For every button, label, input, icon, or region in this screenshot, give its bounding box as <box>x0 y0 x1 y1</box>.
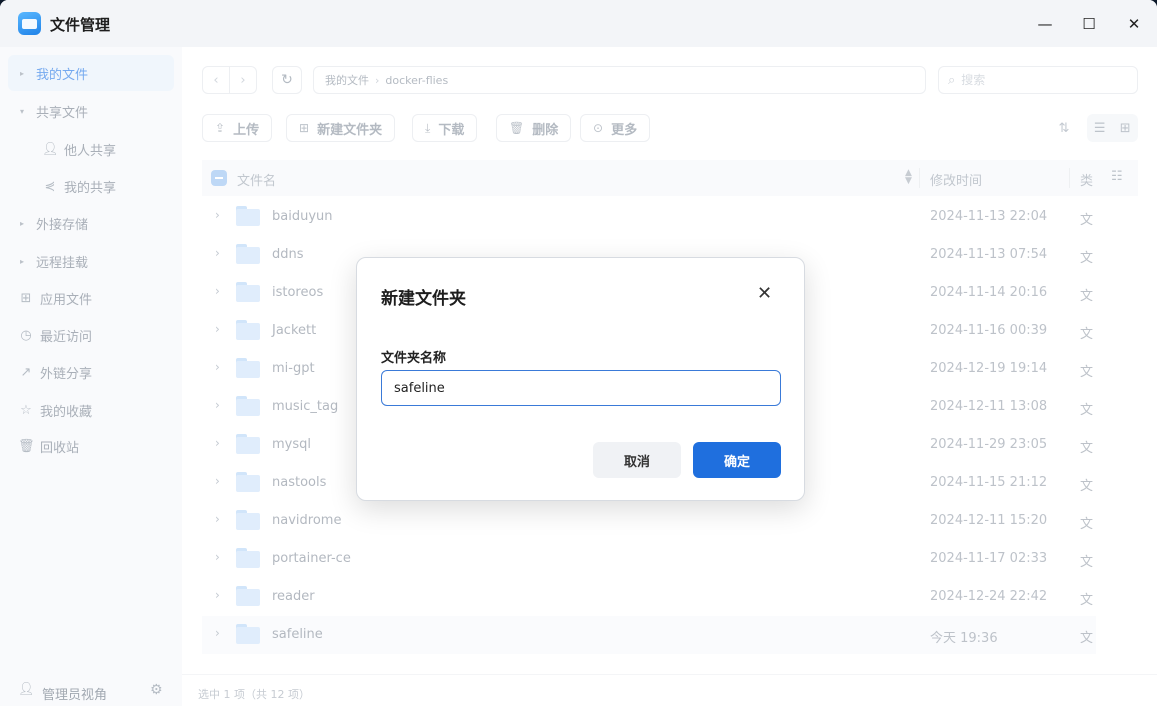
minimize-icon: — <box>1037 15 1053 33</box>
close-window-button[interactable]: ✕ <box>1122 12 1146 36</box>
dialog-close-button[interactable]: ✕ <box>757 284 772 304</box>
minimize-button[interactable]: — <box>1033 12 1057 36</box>
folder-name-input[interactable] <box>381 370 781 406</box>
app-title: 文件管理 <box>50 16 111 34</box>
folder-name-label: 文件夹名称 <box>381 351 447 366</box>
cancel-button[interactable]: 取消 <box>593 442 681 478</box>
close-icon: ✕ <box>757 283 773 304</box>
dialog-title: 新建文件夹 <box>381 289 466 309</box>
maximize-button[interactable]: ☐ <box>1077 12 1101 36</box>
title-bar: 文件管理 — ☐ ✕ <box>0 0 1157 47</box>
file-manager-window: 文件管理 — ☐ ✕ ▸ 我的文件 ▾ 共享文件 👤︎ 他人共享 ⋞ 我的共享 … <box>0 0 1157 706</box>
confirm-button[interactable]: 确定 <box>693 442 781 478</box>
maximize-icon: ☐ <box>1082 15 1096 33</box>
app-logo-icon <box>18 12 41 35</box>
new-folder-dialog: 新建文件夹 ✕ 文件夹名称 取消 确定 <box>356 257 805 501</box>
close-icon: ✕ <box>1127 15 1141 33</box>
